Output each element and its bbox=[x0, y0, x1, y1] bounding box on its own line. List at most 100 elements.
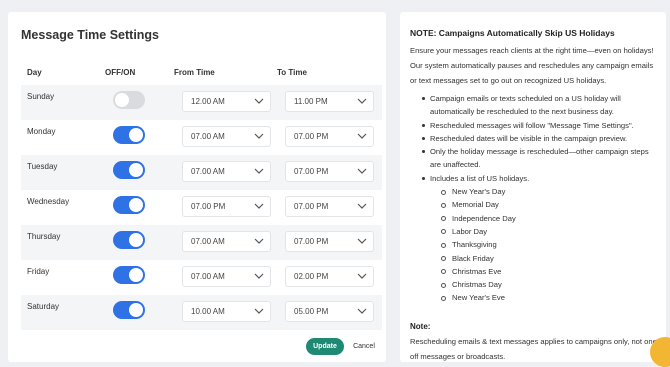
from-time-select[interactable]: 07.00 AM bbox=[182, 231, 271, 252]
toggle-knob bbox=[129, 128, 143, 142]
day-toggle[interactable] bbox=[113, 126, 145, 144]
from-time-select[interactable]: 07.00 AM bbox=[182, 161, 271, 182]
day-toggle[interactable] bbox=[113, 266, 145, 284]
cancel-button[interactable]: Cancel bbox=[350, 338, 378, 355]
day-label: Friday bbox=[27, 267, 50, 276]
toggle-knob bbox=[115, 93, 129, 107]
note-title: NOTE: Campaigns Automatically Skip US Ho… bbox=[410, 28, 615, 38]
note-bullet-list: Campaign emails or texts scheduled on a … bbox=[422, 92, 652, 305]
schedule-row-thursday: Thursday 07.00 AM 07.00 PM bbox=[21, 225, 382, 260]
chevron-down-icon bbox=[357, 308, 367, 314]
from-time-value: 07.00 PM bbox=[191, 202, 226, 211]
to-time-value: 07.00 PM bbox=[294, 202, 329, 211]
from-time-select[interactable]: 07.00 AM bbox=[182, 266, 271, 287]
from-time-value: 12.00 AM bbox=[191, 97, 225, 106]
holiday-item: Black Friday bbox=[430, 252, 652, 265]
schedule-row-friday: Friday 07.00 AM 02.00 PM bbox=[21, 260, 382, 295]
column-header-from: From Time bbox=[174, 68, 215, 77]
to-time-select[interactable]: 07.00 PM bbox=[285, 161, 374, 182]
to-time-value: 02.00 PM bbox=[294, 272, 329, 281]
from-time-value: 07.00 AM bbox=[191, 167, 225, 176]
from-time-select[interactable]: 07.00 AM bbox=[182, 126, 271, 147]
day-label: Tuesday bbox=[27, 162, 58, 171]
from-time-select[interactable]: 10.00 AM bbox=[182, 301, 271, 322]
column-header-to: To Time bbox=[277, 68, 307, 77]
to-time-select[interactable]: 02.00 PM bbox=[285, 266, 374, 287]
note-bullet-text: Includes a list of US holidays. bbox=[430, 173, 530, 183]
holiday-note-panel: NOTE: Campaigns Automatically Skip US Ho… bbox=[400, 12, 666, 362]
to-time-select[interactable]: 07.00 PM bbox=[285, 126, 374, 147]
day-toggle[interactable] bbox=[113, 301, 145, 319]
note-bullet: Campaign emails or texts scheduled on a … bbox=[422, 92, 652, 119]
to-time-value: 07.00 PM bbox=[294, 132, 329, 141]
column-header-day: Day bbox=[27, 68, 42, 77]
day-label: Wednesday bbox=[27, 197, 70, 206]
schedule-row-tuesday: Tuesday 07.00 AM 07.00 PM bbox=[21, 155, 382, 190]
day-label: Thursday bbox=[27, 232, 61, 241]
day-label: Monday bbox=[27, 127, 56, 136]
holiday-item: Christmas Day bbox=[430, 278, 652, 291]
holiday-item: Memorial Day bbox=[430, 198, 652, 211]
column-header-onoff: OFF/ON bbox=[105, 68, 136, 77]
schedule-row-monday: Monday 07.00 AM 07.00 PM bbox=[21, 120, 382, 155]
note-label: Note: bbox=[410, 322, 431, 331]
toggle-knob bbox=[129, 268, 143, 282]
schedule-row-saturday: Saturday 10.00 AM 05.00 PM bbox=[21, 295, 382, 330]
schedule-row-wednesday: Wednesday 07.00 PM 07.00 PM bbox=[21, 190, 382, 225]
toggle-knob bbox=[129, 233, 143, 247]
schedule-row-sunday: Sunday 12.00 AM 11.00 PM bbox=[21, 85, 382, 120]
chevron-down-icon bbox=[357, 273, 367, 279]
chevron-down-icon bbox=[254, 308, 264, 314]
to-time-select[interactable]: 07.00 PM bbox=[285, 231, 374, 252]
to-time-value: 11.00 PM bbox=[294, 97, 328, 106]
from-time-value: 10.00 AM bbox=[191, 307, 225, 316]
day-toggle[interactable] bbox=[113, 231, 145, 249]
to-time-select[interactable]: 07.00 PM bbox=[285, 196, 374, 217]
chevron-down-icon bbox=[357, 203, 367, 209]
holiday-item: Christmas Eve bbox=[430, 265, 652, 278]
day-toggle[interactable] bbox=[113, 161, 145, 179]
chevron-down-icon bbox=[357, 133, 367, 139]
from-time-select[interactable]: 07.00 PM bbox=[182, 196, 271, 217]
from-time-select[interactable]: 12.00 AM bbox=[182, 91, 271, 112]
to-time-select[interactable]: 11.00 PM bbox=[285, 91, 374, 112]
day-label: Sunday bbox=[27, 92, 55, 101]
from-time-value: 07.00 AM bbox=[191, 237, 225, 246]
update-button[interactable]: Update bbox=[306, 338, 344, 355]
note-bullet: Only the holiday message is rescheduled—… bbox=[422, 145, 652, 172]
toggle-knob bbox=[129, 163, 143, 177]
to-time-select[interactable]: 05.00 PM bbox=[285, 301, 374, 322]
holiday-item: New Year's Eve bbox=[430, 291, 652, 304]
note-text: Rescheduling emails & text messages appl… bbox=[410, 337, 660, 361]
panel-title: Message Time Settings bbox=[21, 28, 160, 42]
chevron-down-icon bbox=[357, 168, 367, 174]
to-time-value: 07.00 PM bbox=[294, 237, 329, 246]
chevron-down-icon bbox=[254, 238, 264, 244]
from-time-value: 07.00 AM bbox=[191, 272, 225, 281]
from-time-value: 07.00 AM bbox=[191, 132, 225, 141]
chevron-down-icon bbox=[357, 98, 367, 104]
chevron-down-icon bbox=[254, 168, 264, 174]
day-label: Saturday bbox=[27, 302, 60, 311]
holiday-item: Independence Day bbox=[430, 212, 652, 225]
holiday-item: Thanksgiving bbox=[430, 238, 652, 251]
chevron-down-icon bbox=[254, 273, 264, 279]
holiday-item: Labor Day bbox=[430, 225, 652, 238]
toggle-knob bbox=[129, 198, 143, 212]
to-time-value: 05.00 PM bbox=[294, 307, 329, 316]
note-bullet: Includes a list of US holidays. New Year… bbox=[422, 172, 652, 305]
chevron-down-icon bbox=[357, 238, 367, 244]
note-bullet: Rescheduled messages will follow "Messag… bbox=[422, 119, 652, 132]
day-toggle[interactable] bbox=[113, 91, 145, 109]
note-bullet: Rescheduled dates will be visible in the… bbox=[422, 132, 652, 145]
day-toggle[interactable] bbox=[113, 196, 145, 214]
chevron-down-icon bbox=[254, 133, 264, 139]
note-intro: Ensure your messages reach clients at th… bbox=[410, 46, 654, 85]
message-time-settings-panel: Message Time Settings Day OFF/ON From Ti… bbox=[8, 12, 386, 362]
holiday-list: New Year's Day Memorial Day Independence… bbox=[430, 185, 652, 305]
holiday-item: New Year's Day bbox=[430, 185, 652, 198]
chevron-down-icon bbox=[254, 203, 264, 209]
toggle-knob bbox=[129, 303, 143, 317]
chevron-down-icon bbox=[254, 98, 264, 104]
to-time-value: 07.00 PM bbox=[294, 167, 329, 176]
